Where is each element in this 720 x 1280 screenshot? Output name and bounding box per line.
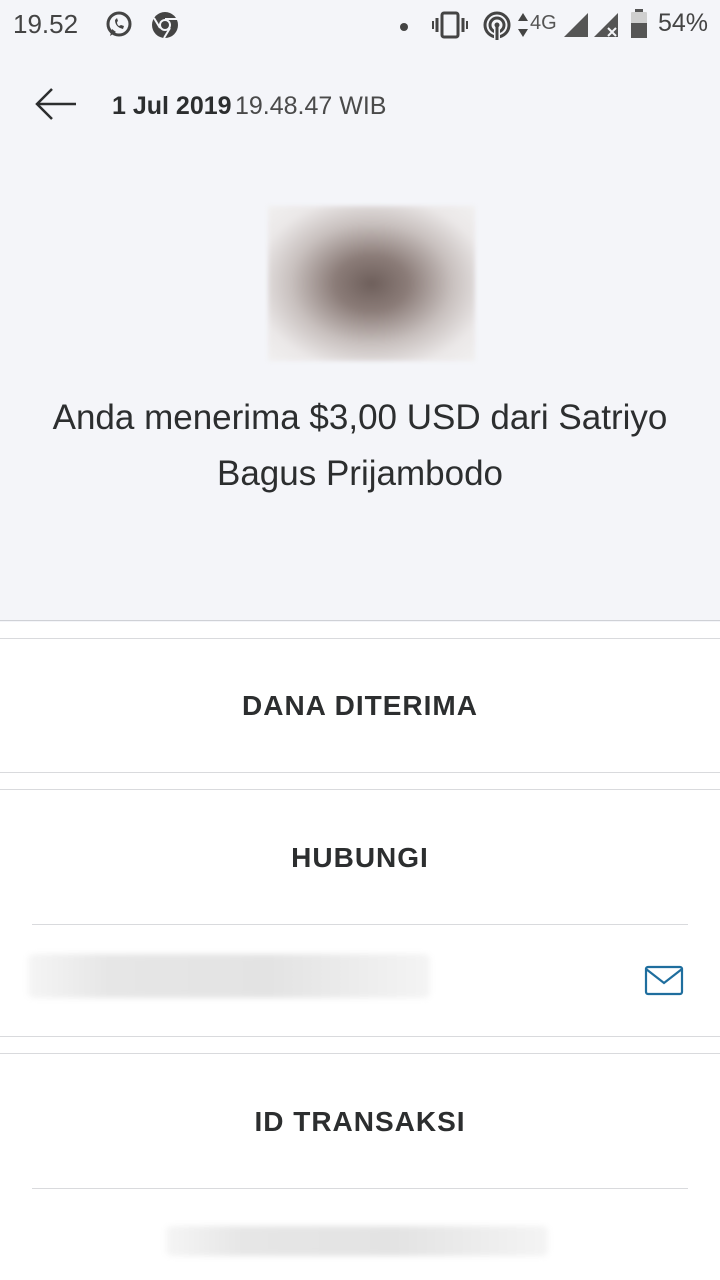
data-arrows-icon xyxy=(517,12,529,43)
divider xyxy=(0,1053,720,1054)
back-button[interactable] xyxy=(34,84,80,124)
battery-icon xyxy=(630,9,648,44)
transaction-headline: Anda menerima $3,00 USD dari Satriyo Bag… xyxy=(52,398,668,493)
divider xyxy=(0,1036,720,1037)
divider xyxy=(32,1188,688,1189)
transaction-id-label: ID TRANSAKSI xyxy=(254,1106,466,1137)
envelope-icon xyxy=(644,965,684,996)
divider xyxy=(32,924,688,925)
status-time: 19.52 xyxy=(13,9,79,39)
email-button[interactable] xyxy=(644,964,684,998)
sender-avatar xyxy=(268,206,475,361)
chrome-icon xyxy=(150,10,180,45)
battery-percentage: 54% xyxy=(657,9,708,37)
whatsapp-icon xyxy=(104,10,134,45)
contact-label: HUBUNGI xyxy=(291,842,429,873)
arrow-left-icon xyxy=(35,88,76,120)
transaction-detail-screen: 19.52 4G 54% 1 Jul 2019 19.48.47 WIB And… xyxy=(0,0,720,1280)
signal-no-sim-icon xyxy=(592,12,620,43)
divider xyxy=(0,772,720,773)
dot-icon xyxy=(398,20,410,38)
divider xyxy=(0,620,720,621)
transaction-time: 19.48.47 WIB xyxy=(235,92,387,120)
hotspot-icon xyxy=(482,10,512,45)
network-type: 4G xyxy=(530,12,557,34)
status-bar: 19.52 4G 54% xyxy=(0,0,720,52)
vibrate-icon xyxy=(432,10,468,45)
transaction-date: 1 Jul 2019 xyxy=(112,92,232,120)
divider xyxy=(0,789,720,790)
redacted-contact xyxy=(28,954,430,998)
redacted-transaction-id xyxy=(166,1226,548,1256)
status-label: DANA DITERIMA xyxy=(242,690,478,721)
divider xyxy=(0,638,720,639)
signal-icon xyxy=(562,12,590,43)
